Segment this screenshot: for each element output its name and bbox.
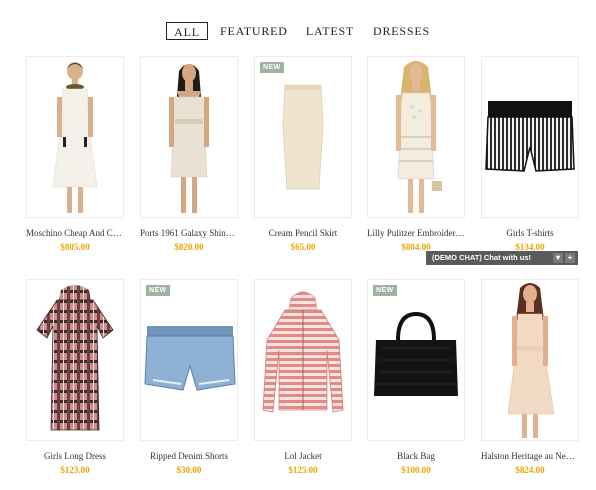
product-name[interactable]: Lilly Pulitzer Embroidere...	[367, 228, 465, 238]
product-card[interactable]: Halston Heritage au Neut... $824.00	[481, 279, 579, 475]
product-name[interactable]: Moschino Cheap And Chi...	[26, 228, 124, 238]
pencil-skirt-image	[282, 84, 324, 190]
product-grid: Moschino Cheap And Chi... $805.00 Ports …	[0, 56, 596, 490]
chat-label[interactable]: (DEMO CHAT) Chat with us!	[432, 253, 531, 262]
product-card[interactable]: Lol Jacket $125.00	[254, 279, 352, 475]
tab-latest[interactable]: LATEST	[305, 22, 355, 40]
product-name[interactable]: Lol Jacket	[254, 451, 352, 461]
category-filter-tabs: ALL FEATURED LATEST DRESSES	[0, 22, 596, 42]
product-name[interactable]: Girls T-shirts	[481, 228, 579, 238]
striped-dress-image	[396, 61, 442, 213]
striped-jacket-image	[262, 291, 344, 413]
product-name[interactable]: Black Bag	[367, 451, 465, 461]
product-price: $824.00	[515, 465, 545, 475]
product-price: $123.00	[60, 465, 90, 475]
plaid-shirt-dress-image	[36, 285, 114, 431]
tab-dresses[interactable]: DRESSES	[373, 22, 429, 40]
product-card[interactable]: NEW Black Bag $100.00	[367, 279, 465, 475]
tab-all[interactable]: ALL	[166, 22, 208, 40]
striped-shorts-image	[485, 101, 575, 172]
product-card[interactable]: NEW Ripped Denim Shorts $30.00	[140, 279, 238, 475]
new-badge: NEW	[260, 62, 284, 73]
new-badge: NEW	[146, 285, 170, 296]
product-image-plaid-shirt-dress[interactable]	[26, 279, 124, 441]
product-price: $820.00	[174, 242, 204, 252]
denim-shorts-image	[144, 326, 236, 391]
chevron-down-icon[interactable]: ▾	[553, 253, 563, 263]
plus-icon[interactable]: +	[565, 253, 575, 263]
white-dress-image	[52, 62, 98, 213]
black-bag-image	[374, 311, 458, 396]
product-image-striped-shorts[interactable]	[481, 56, 579, 218]
product-image-striped-jacket[interactable]	[254, 279, 352, 441]
product-price: $805.00	[60, 242, 90, 252]
product-name[interactable]: Ripped Denim Shorts	[140, 451, 238, 461]
product-name[interactable]: Ports 1961 Galaxy Shine ...	[140, 228, 238, 238]
product-name[interactable]: Girls Long Dress	[26, 451, 124, 461]
product-price: $30.00	[176, 465, 202, 475]
product-card[interactable]: Ports 1961 Galaxy Shine ... $820.00	[140, 56, 238, 252]
product-name[interactable]: Cream Pencil Skirt	[254, 228, 352, 238]
product-image-pencil-skirt[interactable]: NEW	[254, 56, 352, 218]
product-price: $65.00	[290, 242, 316, 252]
product-price: $125.00	[288, 465, 318, 475]
lace-dress-image	[507, 283, 555, 438]
product-name[interactable]: Halston Heritage au Neut...	[481, 451, 579, 461]
strapless-dress-image	[169, 64, 209, 213]
product-card[interactable]: Moschino Cheap And Chi... $805.00	[26, 56, 124, 252]
product-card[interactable]: NEW Cream Pencil Skirt $65.00	[254, 56, 352, 252]
product-image-black-bag[interactable]: NEW	[367, 279, 465, 441]
product-card[interactable]: Lilly Pulitzer Embroidere... $804.00	[367, 56, 465, 252]
product-image-striped-dress[interactable]	[367, 56, 465, 218]
product-card[interactable]: Girls Long Dress $123.00	[26, 279, 124, 475]
new-badge: NEW	[373, 285, 397, 296]
chat-widget-bar[interactable]: (DEMO CHAT) Chat with us! ▾ +	[426, 251, 578, 265]
product-image-denim-shorts[interactable]: NEW	[140, 279, 238, 441]
product-price: $100.00	[401, 465, 431, 475]
product-image-lace-dress[interactable]	[481, 279, 579, 441]
product-image-strapless-dress[interactable]	[140, 56, 238, 218]
product-image-white-dress[interactable]	[26, 56, 124, 218]
tab-featured[interactable]: FEATURED	[220, 22, 287, 40]
product-card[interactable]: Girls T-shirts $134.00	[481, 56, 579, 252]
